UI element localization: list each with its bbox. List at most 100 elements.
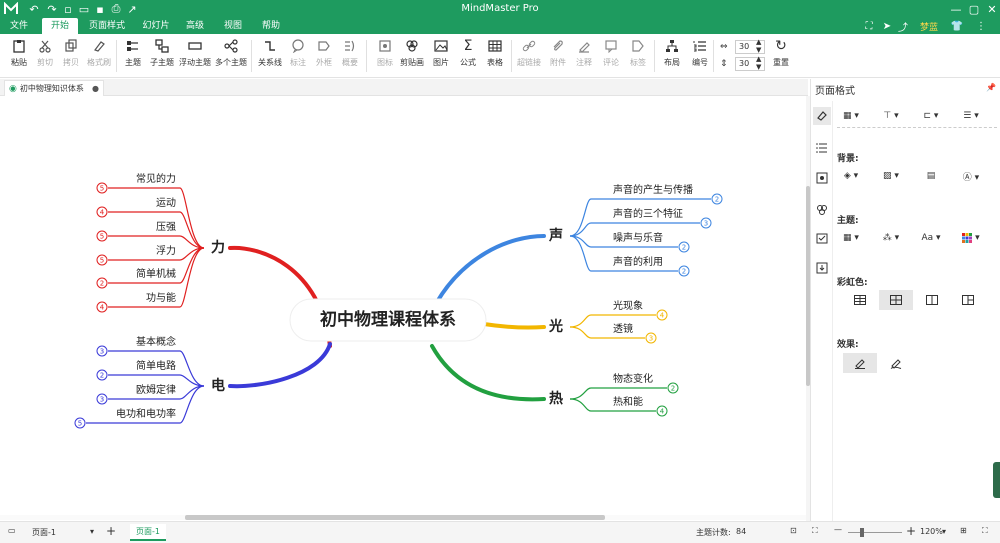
branch-topic[interactable]: 热 xyxy=(549,390,563,407)
copy-button[interactable]: 拷贝 xyxy=(56,38,86,74)
subtopic[interactable]: 运动 xyxy=(156,197,176,209)
user-name[interactable]: 梦蓝 xyxy=(914,18,944,34)
reset-button[interactable]: ↻ 重置 xyxy=(766,38,796,74)
theme-grid-icon[interactable]: ▦ ▾ xyxy=(837,229,865,247)
tag-button[interactable]: 标签 xyxy=(623,38,653,74)
horizontal-scroll-thumb[interactable] xyxy=(185,515,605,520)
icon-button[interactable]: 图标 xyxy=(370,38,400,74)
table-button[interactable]: 表格 xyxy=(480,38,510,74)
subtopic[interactable]: 简单机械 xyxy=(136,267,176,280)
tree-layout-icon[interactable]: ⊤ ▾ xyxy=(877,107,905,125)
subtopic[interactable]: 常见的力 xyxy=(136,172,176,185)
theme-style-icon[interactable]: ⁂ ▾ xyxy=(877,229,905,247)
floating-topic-button[interactable]: 浮动主题 xyxy=(179,38,211,74)
spin-up-icon[interactable]: ▲ xyxy=(756,38,761,46)
page-panel-icon[interactable]: ▭ xyxy=(8,526,16,535)
zoom-out-icon[interactable]: — xyxy=(834,525,842,534)
unsaved-dot-icon[interactable]: ● xyxy=(92,84,99,93)
clipart-tab-icon[interactable] xyxy=(813,201,831,219)
tab-view[interactable]: 视图 xyxy=(218,18,248,34)
text-box-icon[interactable]: Ⓐ ▾ xyxy=(957,167,985,185)
layout-button[interactable]: 布局 xyxy=(657,38,687,74)
tab-help[interactable]: 帮助 xyxy=(256,18,286,34)
spin-down-icon[interactable]: ▼ xyxy=(756,63,761,71)
spin-down-icon[interactable]: ▼ xyxy=(756,46,761,54)
numbering-panel-icon[interactable]: ☰ ▾ xyxy=(957,107,985,125)
zoom-dropdown-icon[interactable]: ▾ xyxy=(942,527,946,536)
tab-slides[interactable]: 幻灯片 xyxy=(136,18,176,34)
minimize-button[interactable]: — xyxy=(948,0,964,18)
horizontal-scrollbar[interactable] xyxy=(0,515,806,520)
formula-button[interactable]: Σ 公式 xyxy=(453,38,483,74)
save-icon[interactable]: ▪ xyxy=(92,1,108,17)
floating-side-tab[interactable] xyxy=(993,462,1000,498)
subtopic[interactable]: 热和能 xyxy=(613,395,643,408)
subtopic[interactable]: 声音的三个特征 xyxy=(613,207,683,220)
subtopic[interactable]: 物态变化 xyxy=(613,372,653,385)
topic-button[interactable]: 主题 xyxy=(118,38,148,74)
presentation-tab-icon[interactable] xyxy=(813,169,831,187)
effect-option-1[interactable] xyxy=(843,353,877,373)
multiple-topics-button[interactable]: 多个主题 xyxy=(215,38,247,74)
presentation-mode-icon[interactable]: ⛶ xyxy=(982,526,988,536)
fit-page-icon[interactable]: ⊡ xyxy=(790,526,797,535)
fullscreen-view-icon[interactable]: ⛶ xyxy=(812,526,818,536)
fit-window-icon[interactable]: ⊞ xyxy=(960,526,967,535)
page-format-tab-icon[interactable] xyxy=(813,107,831,125)
outline-tab-icon[interactable] xyxy=(813,139,831,157)
subtopic[interactable]: 噪声与乐音 xyxy=(613,231,663,244)
font-icon[interactable]: Aa ▾ xyxy=(917,229,945,247)
rainbow-option-2[interactable] xyxy=(879,290,913,310)
zoom-level[interactable]: 120% xyxy=(920,527,943,536)
export-tab-icon[interactable] xyxy=(813,259,831,277)
maximize-button[interactable]: ▢ xyxy=(966,0,982,18)
subtopic[interactable]: 声音的利用 xyxy=(613,255,663,268)
comment-button[interactable]: 评论 xyxy=(596,38,626,74)
branch-topic[interactable]: 力 xyxy=(211,239,225,256)
skin-icon[interactable]: 👕 xyxy=(948,18,966,34)
subtopic[interactable]: 功与能 xyxy=(146,291,176,304)
page-tab[interactable]: 页面-1 xyxy=(130,524,166,541)
numbering-button[interactable]: 编号 xyxy=(685,38,715,74)
rainbow-option-3[interactable] xyxy=(915,290,949,310)
tab-page-style[interactable]: 页面样式 xyxy=(84,18,130,34)
hyperlink-button[interactable]: 超链接 xyxy=(514,38,544,74)
fill-color-icon[interactable]: ◈ ▾ xyxy=(837,167,865,185)
more-icon[interactable]: ⋮ xyxy=(972,18,990,34)
tab-advanced[interactable]: 高级 xyxy=(180,18,210,34)
page-dropdown-icon[interactable]: ▾ xyxy=(90,527,94,536)
subtopic[interactable]: 光现象 xyxy=(613,299,643,312)
send-icon[interactable]: ➤ xyxy=(880,18,894,34)
effect-option-2[interactable] xyxy=(879,353,913,373)
mindmap-canvas[interactable]: 初中物理课程体系 力 常见的力 5 运动 4 压强 5 浮力 5 简单机械 2 功与能 4 电 基本概念 3 简单… xyxy=(0,96,806,521)
central-topic[interactable]: 初中物理课程体系 xyxy=(320,309,456,330)
color-palette-icon[interactable]: ▾ xyxy=(957,229,985,247)
zoom-slider-handle[interactable] xyxy=(860,528,864,537)
fullscreen-icon[interactable]: ⛶ xyxy=(862,18,876,34)
connector-icon[interactable]: ⊏ ▾ xyxy=(917,107,945,125)
relationship-button[interactable]: 关系线 xyxy=(255,38,285,74)
subtopic[interactable]: 浮力 xyxy=(156,244,176,257)
subtopic[interactable]: 压强 xyxy=(156,221,176,233)
open-icon[interactable]: ▭ xyxy=(76,1,92,17)
spin-up-icon[interactable]: ▲ xyxy=(756,55,761,63)
zoom-slider[interactable] xyxy=(848,532,902,533)
branch-topic[interactable]: 声 xyxy=(548,227,563,244)
clipart-button[interactable]: 剪贴画 xyxy=(397,38,427,74)
note-button[interactable]: 注释 xyxy=(569,38,599,74)
undo-icon[interactable]: ↶ xyxy=(26,1,42,17)
zoom-in-icon[interactable]: + xyxy=(906,524,916,538)
pin-icon[interactable]: 📌 xyxy=(986,83,996,92)
print-icon[interactable]: ⎙ xyxy=(108,1,124,17)
subtopic[interactable]: 电功和电功率 xyxy=(116,407,176,420)
subtopic[interactable]: 透镜 xyxy=(613,322,633,335)
redo-icon[interactable]: ↷ xyxy=(44,1,60,17)
subtopic[interactable]: 欧姆定律 xyxy=(136,383,176,396)
export-icon[interactable]: ↗ xyxy=(124,1,140,17)
page-select[interactable]: 页面-1 xyxy=(32,527,56,538)
watermark-icon[interactable]: ▤ xyxy=(917,167,945,185)
summary-button[interactable]: 概要 xyxy=(335,38,365,74)
branch-topic[interactable]: 电 xyxy=(211,377,225,394)
subtopic-button[interactable]: 子主题 xyxy=(147,38,177,74)
subtopic[interactable]: 声音的产生与传播 xyxy=(613,183,693,196)
